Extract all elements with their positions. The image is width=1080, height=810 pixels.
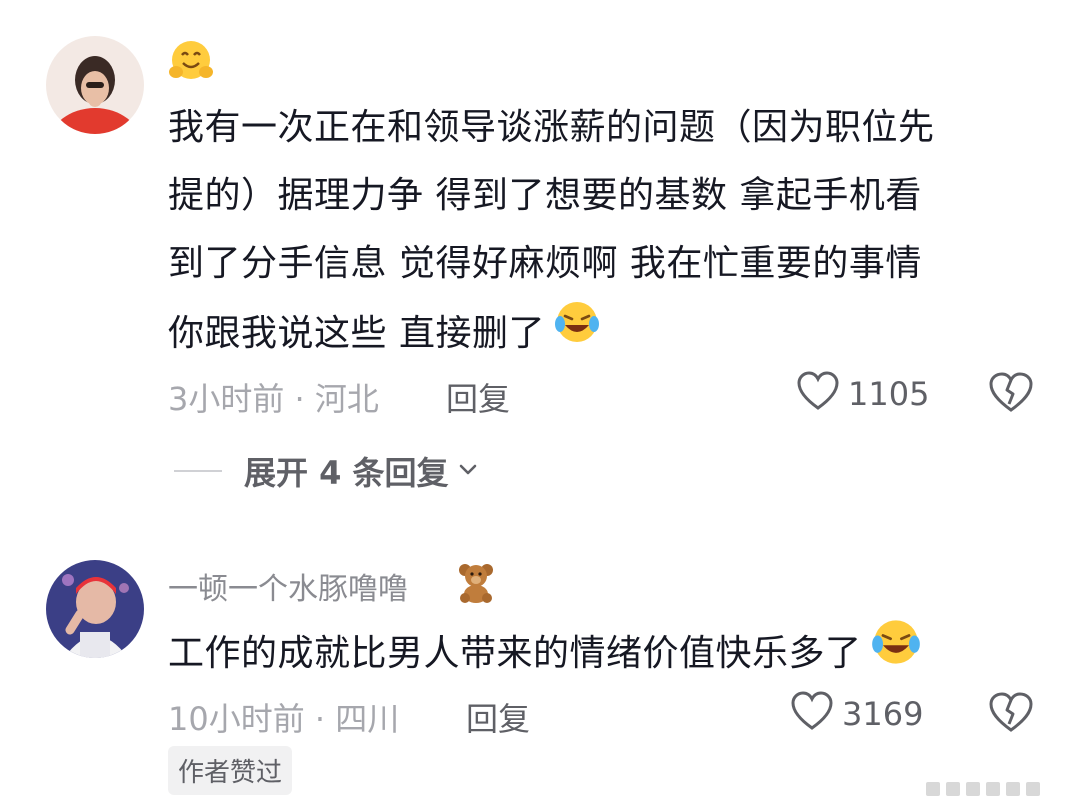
comment-meta: 10小时前 · 四川	[168, 700, 400, 738]
teddy-bear-emoji-icon	[454, 560, 498, 608]
watermark-icon	[926, 782, 1040, 796]
heart-icon	[790, 690, 834, 738]
author-name[interactable]: 一顿一个水豚噜噜	[168, 564, 408, 608]
reply-button[interactable]: 回复	[466, 694, 530, 740]
comment-text: 工作的成就比男人带来的情绪价值快乐多了	[168, 616, 1048, 691]
dislike-button[interactable]	[988, 690, 1034, 736]
like-count: 3169	[842, 695, 924, 733]
laughing-tears-emoji-icon	[870, 616, 922, 691]
avatar[interactable]	[46, 560, 144, 658]
comment-list: 我有一次正在和领导谈涨薪的问题（因为职位先 提的）据理力争 得到了想要的基数 拿…	[0, 0, 1080, 810]
like-button[interactable]: 3169	[790, 690, 923, 738]
broken-heart-icon	[989, 692, 1033, 732]
comment-item: 一顿一个水豚噜噜 工作的成就比男人带来的情绪价值快乐多了 10小时前 · 四川 …	[0, 0, 1080, 810]
author-liked-badge: 作者赞过	[168, 746, 293, 795]
comment-text-line: 工作的成就比男人带来的情绪价值快乐多了	[168, 632, 862, 674]
